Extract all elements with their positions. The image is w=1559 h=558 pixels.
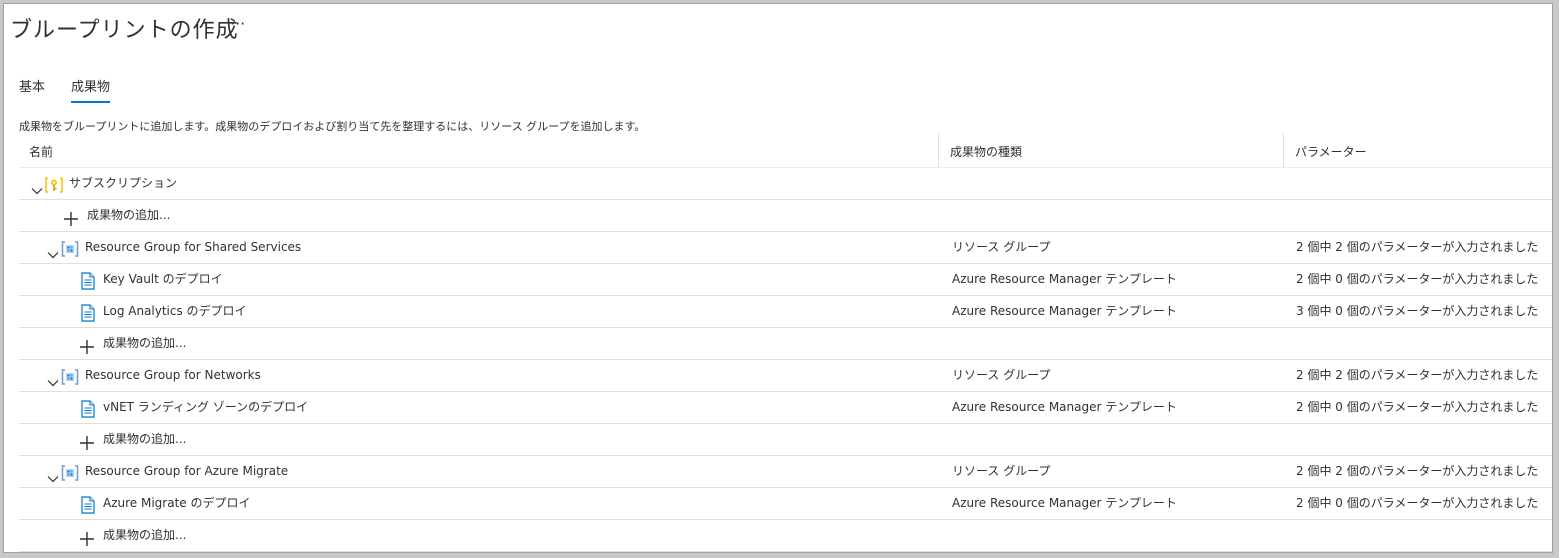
blueprint-create-panel: ブループリントの作成 ··· 基本 成果物 成果物をブループリントに追加します。…	[3, 3, 1553, 553]
grid-row-rg[interactable]: Resource Group for Shared Services リソース グ…	[19, 232, 1552, 264]
grid-row-artifact[interactable]: Log Analytics のデプロイ Azure Resource Manage…	[19, 296, 1552, 328]
row-name: Key Vault のデプロイ	[103, 272, 223, 286]
name-cell: 成果物の追加...	[79, 424, 186, 455]
add-artifact-link[interactable]: 成果物の追加...	[87, 200, 170, 231]
name-cell: 成果物の追加...	[63, 200, 170, 231]
chevron-down-icon[interactable]	[31, 178, 43, 194]
parameters-cell: 2 個中 0 個のパラメーターが入力されました	[1296, 400, 1539, 414]
name-cell: Log Analytics のデプロイ	[79, 296, 247, 327]
column-header-type[interactable]: 成果物の種類	[950, 143, 1022, 160]
tab-basics[interactable]: 基本	[19, 76, 45, 101]
grid-row-add-sub[interactable]: 成果物の追加...	[19, 424, 1552, 456]
resource-group-icon	[61, 367, 79, 385]
chevron-down-icon[interactable]	[47, 370, 59, 386]
column-header-name[interactable]: 名前	[29, 143, 53, 160]
grid-row-subscription[interactable]: サブスクリプション	[19, 168, 1552, 200]
name-cell: Resource Group for Networks	[47, 360, 261, 391]
artifact-type-cell: Azure Resource Manager テンプレート	[952, 272, 1177, 286]
name-cell: 成果物の追加...	[79, 328, 186, 359]
more-options-button[interactable]: ···	[230, 14, 245, 33]
artifact-type-cell: リソース グループ	[952, 464, 1051, 478]
grid-row-rg[interactable]: Resource Group for Networks リソース グループ 2 個中…	[19, 360, 1552, 392]
artifacts-grid: 名前 成果物の種類 パラメーター サブスクリプション 成果物の追加... Resou…	[19, 131, 1552, 552]
artifact-type-cell: リソース グループ	[952, 240, 1051, 254]
tab-artifacts[interactable]: 成果物	[71, 76, 111, 103]
grid-rows: サブスクリプション 成果物の追加... Resource Group for Sha…	[19, 168, 1552, 552]
column-header-params[interactable]: パラメーター	[1295, 143, 1367, 160]
artifact-type-cell: Azure Resource Manager テンプレート	[952, 496, 1177, 510]
parameters-cell: 2 個中 2 個のパラメーターが入力されました	[1296, 464, 1539, 478]
grid-row-artifact[interactable]: Key Vault のデプロイ Azure Resource Manager テン…	[19, 264, 1552, 296]
column-divider[interactable]	[938, 133, 939, 167]
plus-icon[interactable]	[79, 528, 95, 546]
parameters-cell: 2 個中 0 個のパラメーターが入力されました	[1296, 496, 1539, 510]
grid-row-add-sub[interactable]: 成果物の追加...	[19, 328, 1552, 360]
chevron-down-icon[interactable]	[47, 242, 59, 258]
grid-row-add[interactable]: 成果物の追加...	[19, 200, 1552, 232]
column-divider[interactable]	[1283, 133, 1284, 167]
grid-row-artifact[interactable]: Azure Migrate のデプロイ Azure Resource Manage…	[19, 488, 1552, 520]
page-title: ブループリントの作成	[10, 18, 239, 43]
subscription-key-icon	[45, 175, 63, 193]
row-name: Log Analytics のデプロイ	[103, 304, 247, 318]
row-name: vNET ランディング ゾーンのデプロイ	[103, 400, 309, 414]
parameters-cell: 2 個中 2 個のパラメーターが入力されました	[1296, 240, 1539, 254]
add-artifact-link[interactable]: 成果物の追加...	[103, 520, 186, 551]
grid-row-add-sub[interactable]: 成果物の追加...	[19, 520, 1552, 552]
artifact-type-cell: Azure Resource Manager テンプレート	[952, 400, 1177, 414]
row-name: Resource Group for Shared Services	[85, 240, 302, 254]
row-name: サブスクリプション	[69, 176, 178, 190]
template-icon	[79, 495, 97, 514]
name-cell: Resource Group for Azure Migrate	[47, 456, 288, 487]
artifact-type-cell: リソース グループ	[952, 368, 1051, 382]
template-icon	[79, 399, 97, 418]
name-cell: Azure Migrate のデプロイ	[79, 488, 250, 519]
artifact-type-cell: Azure Resource Manager テンプレート	[952, 304, 1177, 318]
parameters-cell: 2 個中 0 個のパラメーターが入力されました	[1296, 272, 1539, 286]
row-name: Resource Group for Networks	[85, 368, 261, 382]
row-name: Azure Migrate のデプロイ	[103, 496, 251, 510]
name-cell: Resource Group for Shared Services	[47, 232, 301, 263]
name-cell: 成果物の追加...	[79, 520, 186, 551]
grid-row-rg[interactable]: Resource Group for Azure Migrate リソース グルー…	[19, 456, 1552, 488]
name-cell: サブスクリプション	[31, 168, 177, 199]
template-icon	[79, 303, 97, 322]
name-cell: vNET ランディング ゾーンのデプロイ	[79, 392, 308, 423]
plus-icon[interactable]	[63, 208, 79, 226]
add-artifact-link[interactable]: 成果物の追加...	[103, 424, 186, 455]
grid-header: 名前 成果物の種類 パラメーター	[19, 131, 1552, 168]
row-name: Resource Group for Azure Migrate	[85, 464, 289, 478]
grid-row-artifact[interactable]: vNET ランディング ゾーンのデプロイ Azure Resource Manag…	[19, 392, 1552, 424]
resource-group-icon	[61, 239, 79, 257]
plus-icon[interactable]	[79, 336, 95, 354]
template-icon	[79, 271, 97, 290]
add-artifact-link[interactable]: 成果物の追加...	[103, 328, 186, 359]
resource-group-icon	[61, 463, 79, 481]
parameters-cell: 2 個中 2 個のパラメーターが入力されました	[1296, 368, 1539, 382]
name-cell: Key Vault のデプロイ	[79, 264, 223, 295]
plus-icon[interactable]	[79, 432, 95, 450]
chevron-down-icon[interactable]	[47, 466, 59, 482]
parameters-cell: 3 個中 0 個のパラメーターが入力されました	[1296, 304, 1539, 318]
